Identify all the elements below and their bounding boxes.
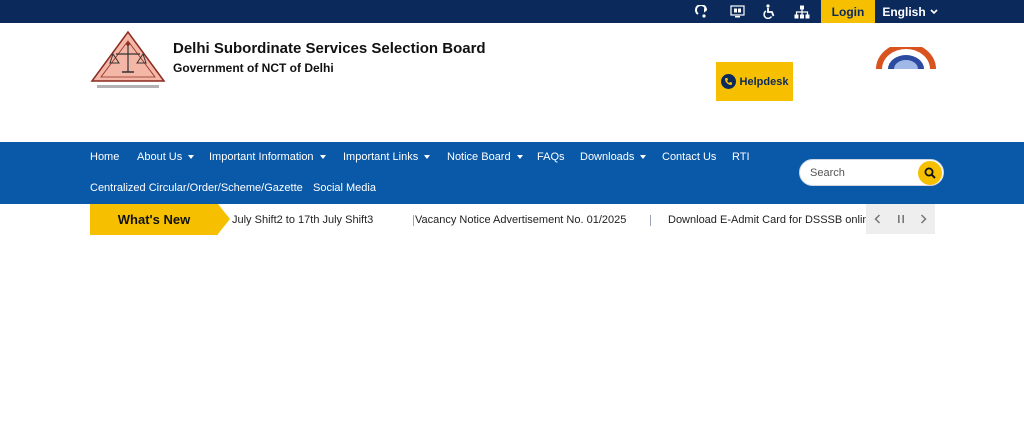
dsssb-logo[interactable] [89,30,167,92]
news-ticker: July Shift2 to 17th July Shift3 Vacancy … [232,204,866,235]
text-size-icon[interactable] [725,0,749,23]
nav-label: Contact Us [662,151,717,163]
nav-important-information[interactable]: Important Information [209,151,326,163]
ticker-controls [866,204,935,234]
caret-down-icon [188,155,195,159]
nav-label: Downloads [580,151,635,163]
search-icon [924,167,936,179]
ticker-prev-button[interactable] [868,208,888,230]
ticker-divider [413,215,414,226]
nav-label: Important Links [343,151,419,163]
nav-social-media[interactable]: Social Media [313,182,376,194]
whats-new-arrow [218,204,230,234]
ticker-pause-button[interactable] [891,208,911,230]
pause-icon [897,215,904,223]
nav-label: About Us [137,151,183,163]
nav-label: Centralized Circular/Order/Scheme/Gazett… [90,182,303,194]
phone-icon [720,74,736,89]
org-subtitle: Government of NCT of Delhi [173,61,334,75]
caret-down-icon [516,155,523,159]
nav-label: Home [90,151,120,163]
accessibility-icon[interactable] [757,0,781,23]
search-box [799,159,944,186]
search-input[interactable] [810,165,910,181]
nav-centralized-circular[interactable]: Centralized Circular/Order/Scheme/Gazett… [90,182,303,194]
whats-new-badge: What's New [90,204,230,235]
ticker-item[interactable]: Download E-Admit Card for DSSSB online e [668,204,866,235]
nav-label: FAQs [537,151,565,163]
nav-about-us[interactable]: About Us [137,151,195,163]
whats-new-label: What's New [90,204,218,235]
org-name: Delhi Subordinate Services Selection Boa… [173,40,486,57]
nav-rti[interactable]: RTI [732,151,750,163]
nav-home[interactable]: Home [90,151,119,163]
nav-label: Important Information [209,151,314,163]
top-utility-bar: Login English [0,0,1024,23]
caret-down-icon [640,155,647,159]
chevron-down-icon [930,7,938,17]
caret-down-icon [319,155,326,159]
nav-label: RTI [732,151,750,163]
chevron-right-icon [920,214,927,224]
screen-reader-icon[interactable] [690,0,714,23]
helpdesk-button[interactable]: Helpdesk [716,62,793,101]
ticker-divider [650,215,651,226]
nav-faqs[interactable]: FAQs [537,151,565,163]
helpdesk-label: Helpdesk [739,75,789,88]
language-label: English [882,4,926,19]
login-button[interactable]: Login [821,0,875,23]
ticker-item[interactable]: Vacancy Notice Advertisement No. 01/2025 [415,204,626,235]
nav-label: Social Media [313,182,376,194]
nav-downloads[interactable]: Downloads [580,151,647,163]
language-selector[interactable]: English [880,0,940,23]
nav-label: Notice Board [447,151,511,163]
ticker-item[interactable]: July Shift2 to 17th July Shift3 [232,204,373,235]
nav-contact-us[interactable]: Contact Us [662,151,716,163]
sitemap-icon[interactable] [790,0,814,23]
caret-down-icon [424,155,431,159]
nav-notice-board[interactable]: Notice Board [447,151,523,163]
chevron-left-icon [874,214,881,224]
search-button[interactable] [918,161,942,185]
cyber-logo[interactable] [874,47,938,69]
ticker-next-button[interactable] [914,208,934,230]
nav-important-links[interactable]: Important Links [343,151,431,163]
